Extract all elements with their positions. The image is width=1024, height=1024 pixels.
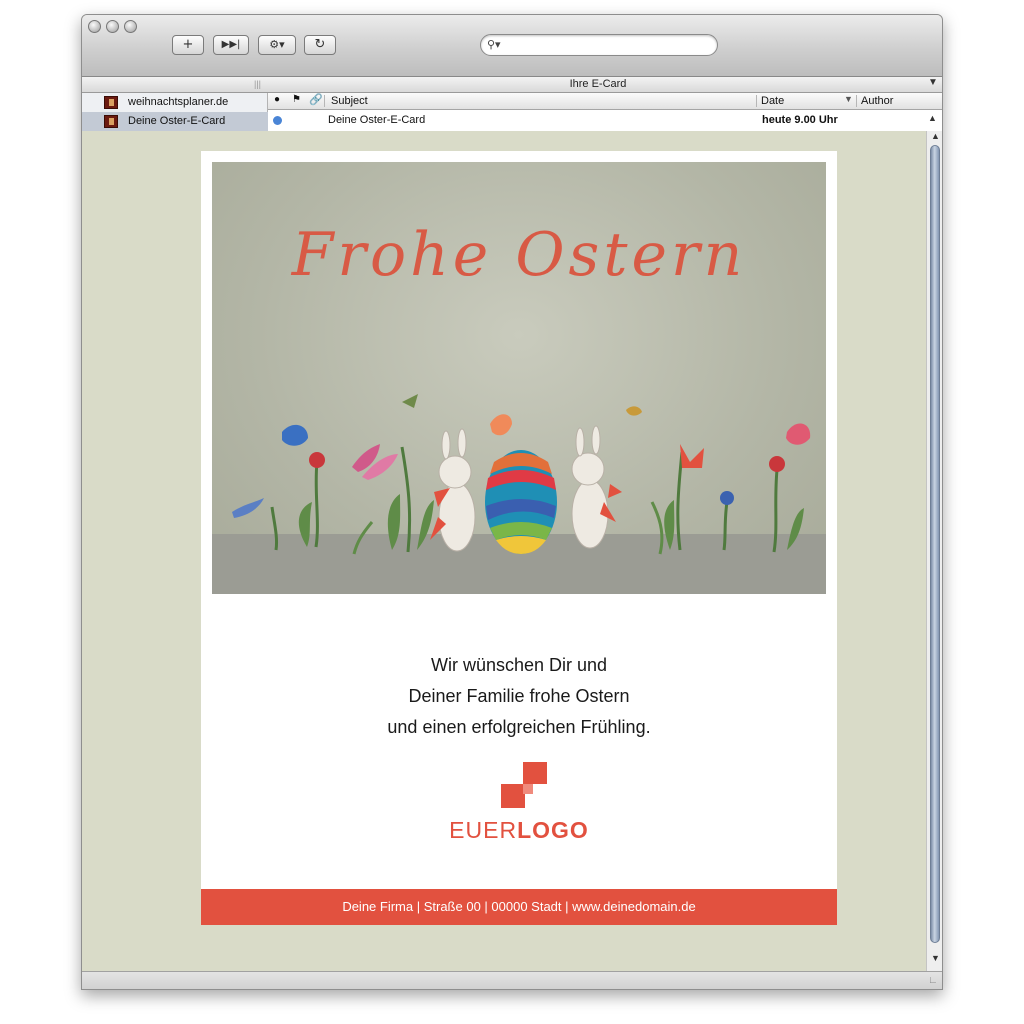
email-body: Frohe Ostern Wir wünschen Dir und Deiner… [201, 151, 837, 925]
attachment-column-icon[interactable]: 🔗 [309, 93, 323, 106]
message-list-header: ● ⚑ 🔗 Subject Date ▼ Author [268, 93, 942, 110]
scrollbar-thumb[interactable] [930, 145, 940, 943]
message-subject: Deine Oster-E-Card [328, 114, 426, 126]
flag-column-icon[interactable]: ⚑ [292, 94, 301, 105]
sidebar-item-weihnachtsplaner[interactable]: weihnachtsplaner.de [82, 93, 268, 112]
column-header-subject[interactable]: Subject [324, 95, 368, 107]
action-menu-button[interactable]: ⚙▾ [258, 35, 296, 55]
company-logo-text: EUERLOGO [201, 817, 837, 844]
column-menu-icon[interactable]: ▼ [928, 77, 938, 88]
logo-text-light: EUER [449, 817, 518, 843]
resize-grip-icon[interactable]: ∟ [928, 975, 938, 986]
refresh-button[interactable]: ↻ [304, 35, 336, 55]
mailbox-icon [104, 96, 118, 109]
mailbox-sidebar: weihnachtsplaner.de Deine Oster-E-Card [82, 93, 268, 131]
minimize-window-button[interactable] [106, 20, 119, 33]
window-toolbar: + ▶▶| ⚙▾ ↻ ⚲▾ [82, 15, 942, 77]
greeting-line-1: Wir wünschen Dir und [430, 655, 608, 675]
search-field[interactable]: ⚲▾ [480, 34, 718, 56]
skip-forward-icon: ▶▶| [221, 39, 241, 50]
greeting-line-2: Deiner Familie frohe Ostern [408, 686, 630, 706]
column-header-author[interactable]: Author [856, 95, 893, 107]
read-status-column-icon[interactable]: ● [274, 94, 280, 105]
refresh-icon: ↻ [314, 37, 326, 52]
message-date: heute 9.00 Uhr [762, 114, 838, 126]
sidebar-item-label: weihnachtsplaner.de [128, 96, 229, 108]
add-button[interactable]: + [172, 35, 204, 55]
message-list: ● ⚑ 🔗 Subject Date ▼ Author Deine Oster-… [268, 93, 942, 131]
column-bar-title: Ihre E-Card [569, 78, 627, 90]
close-window-button[interactable] [88, 20, 101, 33]
greeting-line-3: und einen erfolgreichen Frühling. [387, 717, 651, 737]
forward-button[interactable]: ▶▶| [213, 35, 249, 55]
message-scrollbar[interactable]: ▲ ▼ [926, 131, 942, 971]
logo-text-bold: LOGO [517, 817, 589, 843]
sort-descending-icon: ▼ [844, 94, 853, 104]
plus-icon: + [182, 37, 194, 52]
easter-illustration [232, 394, 811, 555]
mail-window: + ▶▶| ⚙▾ ↻ ⚲▾ ||| Ihre E-Card ▼ weihnach… [81, 14, 943, 990]
sidebar-item-label: Deine Oster-E-Card [128, 115, 226, 127]
scroll-up-arrow-icon[interactable]: ▲ [931, 131, 940, 141]
gear-menu-icon: ⚙▾ [269, 38, 285, 51]
scroll-down-arrow-icon[interactable]: ▼ [931, 953, 940, 963]
search-icon: ⚲▾ [487, 38, 501, 51]
column-header-date[interactable]: Date [756, 95, 854, 107]
zoom-window-button[interactable] [124, 20, 137, 33]
column-title-bar: ||| Ihre E-Card ▼ [82, 77, 942, 93]
company-logo-icon [501, 762, 547, 808]
list-scroll-up-icon[interactable]: ▲ [928, 113, 937, 123]
sidebar-item-oster-e-card[interactable]: Deine Oster-E-Card [82, 112, 268, 131]
window-status-bar: ∟ [82, 971, 942, 989]
splitter-handle-icon[interactable]: ||| [254, 79, 261, 89]
unread-dot-icon [273, 116, 282, 125]
email-footer: Deine Firma | Straße 00 | 00000 Stadt | … [201, 889, 837, 925]
message-row[interactable]: Deine Oster-E-Card heute 9.00 Uhr [268, 110, 942, 130]
easter-card-image: Frohe Ostern [212, 162, 826, 594]
mailbox-icon [104, 115, 118, 128]
